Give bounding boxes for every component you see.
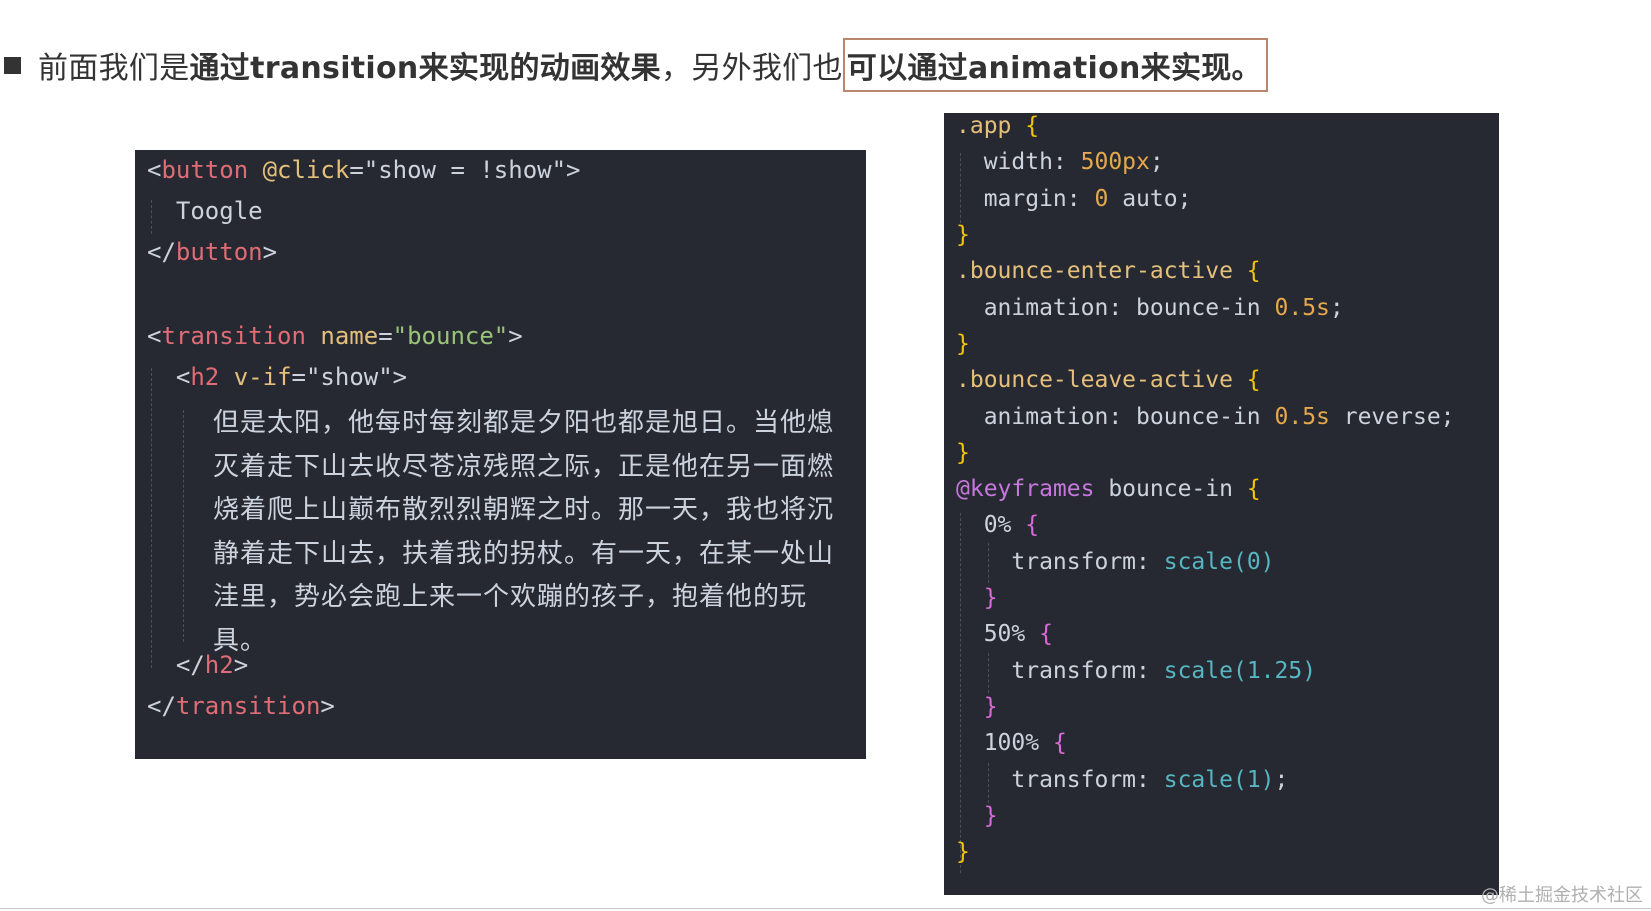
heading-text-1: 前面我们是: [38, 51, 190, 86]
code-line: </h2>: [147, 651, 249, 679]
code-line: }: [956, 694, 998, 720]
square-bullet-icon: [4, 56, 21, 74]
code-line: }: [956, 222, 970, 248]
slide-heading: 前面我们是 通过transition来实现的动画效果 ，另外我们也 可以通过an…: [0, 38, 1268, 92]
style-code-panel: .app { width: 500px; margin: 0 auto; } .…: [944, 113, 1499, 895]
heading-highlight-animation: 可以通过animation来实现。: [842, 38, 1268, 92]
code-line: .bounce-leave-active {: [956, 367, 1261, 393]
code-line: Toogle: [147, 197, 263, 225]
template-code-panel: <button @click="show = !show"> Toogle </…: [135, 150, 866, 759]
code-line: animation: bounce-in 0.5s;: [956, 295, 1344, 321]
code-line: }: [956, 803, 998, 829]
bottom-divider: [0, 908, 1651, 909]
indent-guide: [151, 368, 152, 668]
code-line: transform: scale(0): [956, 549, 1275, 575]
code-line: 100% {: [956, 730, 1067, 756]
watermark: @稀土掘金技术社区: [1481, 885, 1643, 906]
code-line: <h2 v-if="show">: [147, 363, 408, 391]
code-line: 0% {: [956, 512, 1040, 538]
code-line: </button>: [147, 238, 278, 266]
code-line: 50% {: [956, 621, 1053, 647]
code-line: transform: scale(1.25): [956, 658, 1317, 684]
code-line: <transition name="bounce">: [147, 322, 523, 350]
code-line: .app {: [956, 113, 1040, 139]
code-line: margin: 0 auto;: [956, 186, 1192, 212]
indent-guide: [183, 410, 184, 642]
code-line: animation: bounce-in 0.5s reverse;: [956, 404, 1455, 430]
code-line: }: [956, 839, 970, 865]
code-line: <button @click="show = !show">: [147, 156, 581, 184]
heading-text-2: ，另外我们也: [660, 51, 843, 86]
code-line: }: [956, 585, 998, 611]
code-line: transform: scale(1);: [956, 767, 1289, 793]
code-line: @keyframes bounce-in {: [956, 476, 1261, 502]
code-paragraph-text: 但是太阳，他每时每刻都是夕阳也都是旭日。当他熄灭着走下山去收尽苍凉残照之际，正是…: [213, 408, 835, 656]
code-line: </transition>: [147, 692, 335, 720]
code-line: width: 500px;: [956, 149, 1164, 175]
code-line: }: [956, 440, 970, 466]
heading-bold-transition: 通过transition来实现的动画效果: [189, 51, 661, 86]
code-line: .bounce-enter-active {: [956, 258, 1261, 284]
code-line: }: [956, 331, 970, 357]
